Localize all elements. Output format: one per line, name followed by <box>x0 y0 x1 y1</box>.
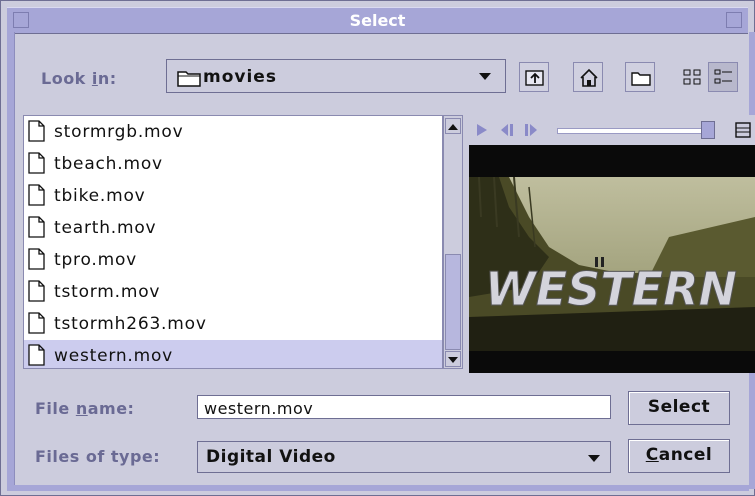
chevron-up-icon <box>448 124 458 130</box>
step-back-icon[interactable] <box>499 123 517 137</box>
up-folder-icon <box>525 70 544 86</box>
cancel-button[interactable]: Cancel <box>628 439 730 473</box>
file-list[interactable]: stormrgb.mov tbeach.mov tbike.mov tearth… <box>23 115 443 369</box>
file-name-field[interactable] <box>197 395 611 419</box>
new-folder-button[interactable] <box>625 62 655 92</box>
file-icon <box>28 344 45 366</box>
file-icon <box>28 184 45 206</box>
slider-knob[interactable] <box>701 121 715 139</box>
list-item[interactable]: tbeach.mov <box>24 148 442 180</box>
list-item[interactable]: stormrgb.mov <box>24 116 442 148</box>
list-item[interactable]: tstormh263.mov <box>24 308 442 340</box>
video-frame: WESTERN <box>469 177 755 351</box>
files-of-type-value: Digital Video <box>206 447 336 467</box>
select-button[interactable]: Select <box>628 391 730 425</box>
file-name-input[interactable] <box>202 398 606 419</box>
chevron-down-icon <box>588 455 600 462</box>
scroll-up-button[interactable] <box>445 118 461 134</box>
file-name-text: tbike.mov <box>54 186 146 206</box>
up-folder-button[interactable] <box>519 62 549 92</box>
look-in-combo[interactable]: movies <box>166 59 506 93</box>
look-in-label: Look in: <box>41 69 117 88</box>
chevron-down-icon <box>479 73 491 80</box>
file-name-text: tearth.mov <box>54 218 157 238</box>
list-view-button[interactable] <box>677 62 707 92</box>
title-bar[interactable]: Select <box>7 7 748 34</box>
list-item[interactable]: tpro.mov <box>24 244 442 276</box>
scrollbar-thumb[interactable] <box>445 254 461 350</box>
file-name-label: File name: <box>35 399 135 418</box>
window-title: Select <box>349 11 406 30</box>
file-icon <box>28 120 45 142</box>
video-preview-panel: WESTERN <box>469 115 755 373</box>
video-frame-image: WESTERN <box>469 177 755 351</box>
files-of-type-combo[interactable]: Digital Video <box>197 441 611 473</box>
file-icon <box>28 280 45 302</box>
file-name-text: western.mov <box>54 346 174 366</box>
file-name-text: tstormh263.mov <box>54 314 207 334</box>
home-icon <box>580 68 598 87</box>
list-item[interactable]: tstorm.mov <box>24 276 442 308</box>
list-item[interactable]: tearth.mov <box>24 212 442 244</box>
filmstrip-icon[interactable] <box>735 122 753 138</box>
file-name-text: tstorm.mov <box>54 282 161 302</box>
look-in-value: movies <box>203 67 277 87</box>
preview-controls <box>469 115 755 145</box>
file-icon <box>28 312 45 334</box>
window-close-icon[interactable] <box>726 12 742 28</box>
window-frame-left <box>7 32 15 489</box>
file-name-text: tpro.mov <box>54 250 137 270</box>
details-view-button[interactable] <box>708 62 738 92</box>
folder-icon <box>177 71 201 87</box>
list-item-selected[interactable]: western.mov <box>24 340 442 368</box>
scroll-down-button[interactable] <box>445 351 461 367</box>
new-folder-icon <box>631 72 651 86</box>
step-forward-icon[interactable] <box>523 123 541 137</box>
file-chooser-dialog: Select Look in: movies stormrgb.mov tbea… <box>0 0 755 496</box>
window-frame-bottom <box>7 485 749 491</box>
file-list-scrollbar[interactable] <box>443 115 463 369</box>
list-item[interactable]: tbike.mov <box>24 180 442 212</box>
video-overlay-text: WESTERN <box>485 262 737 316</box>
file-icon <box>28 248 45 270</box>
play-icon[interactable] <box>475 123 489 137</box>
details-view-icon <box>714 69 732 84</box>
chevron-down-icon <box>448 357 458 363</box>
file-icon <box>28 152 45 174</box>
files-of-type-label: Files of type: <box>35 447 161 466</box>
file-name-text: stormrgb.mov <box>54 122 184 142</box>
file-name-text: tbeach.mov <box>54 154 163 174</box>
volume-slider[interactable] <box>557 128 705 134</box>
file-icon <box>28 216 45 238</box>
list-view-icon <box>683 69 701 85</box>
home-button[interactable] <box>573 62 603 92</box>
